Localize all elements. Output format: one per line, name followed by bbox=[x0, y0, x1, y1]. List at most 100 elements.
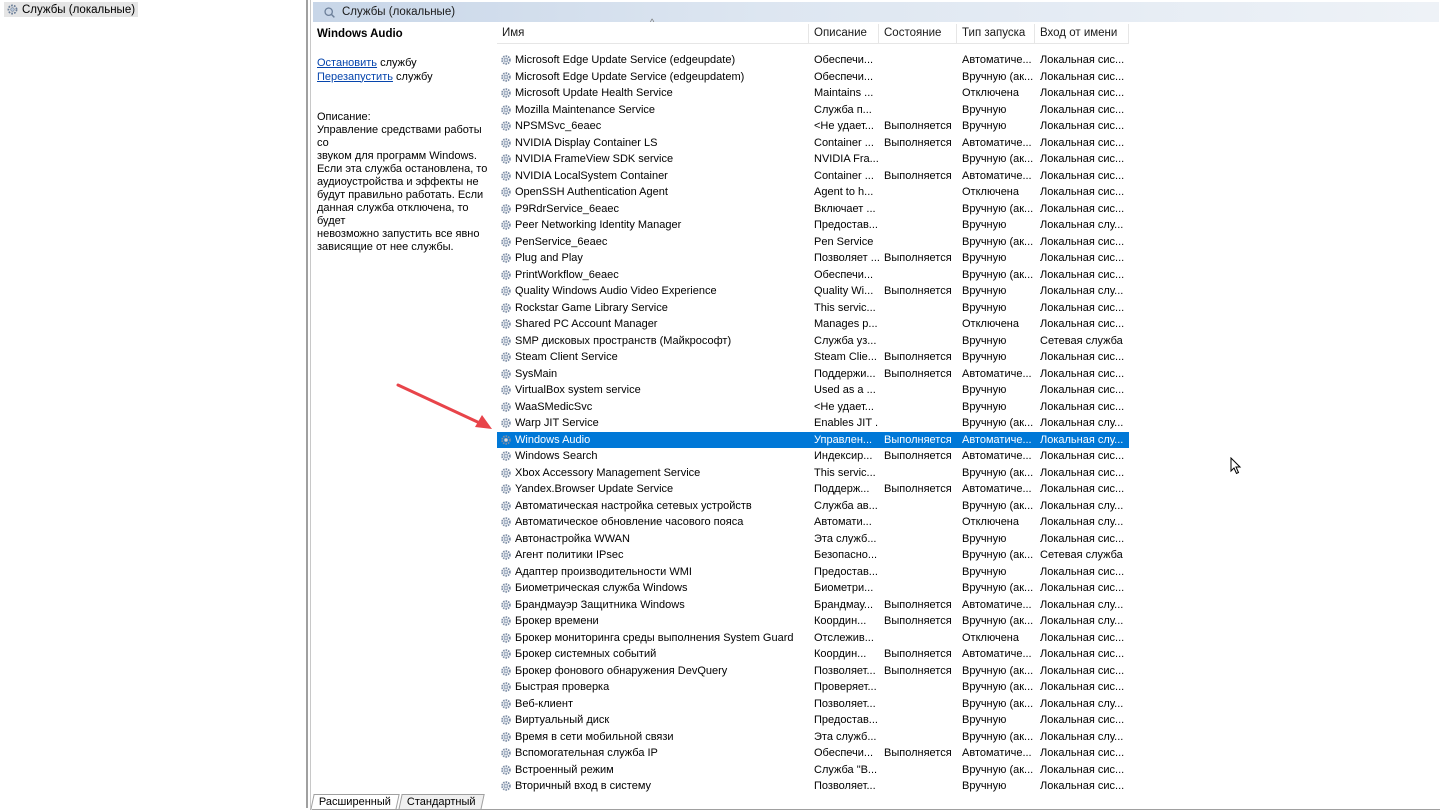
service-row[interactable]: Время в сети мобильной связи Эта служб...… bbox=[497, 729, 1129, 746]
service-row[interactable]: Брокер мониторинга среды выполнения Syst… bbox=[497, 630, 1129, 647]
service-startup-type: Вручную (ак... bbox=[962, 70, 1034, 83]
selected-service-title: Windows Audio bbox=[317, 28, 403, 40]
service-logon-as: Локальная сис... bbox=[1040, 235, 1125, 248]
service-row[interactable]: Встроенный режим Служба "В... Вручную (ак.… bbox=[497, 762, 1129, 779]
tab-extended[interactable]: Расширенный bbox=[310, 794, 400, 810]
service-row[interactable]: Steam Client Service Steam Clie... Выполня… bbox=[497, 349, 1129, 366]
service-gear-icon bbox=[500, 698, 512, 710]
service-startup-type: Вручную bbox=[962, 285, 1007, 298]
service-row[interactable]: Веб-клиент Позволяет... Вручную (ак... Лока… bbox=[497, 696, 1129, 713]
service-row[interactable]: Брокер фонового обнаружения DevQuery Позв… bbox=[497, 663, 1129, 680]
service-row[interactable]: Биометрическая служба Windows Биометри...… bbox=[497, 580, 1129, 597]
description-line: будут правильно работать. Если bbox=[317, 189, 484, 201]
service-name: Shared PC Account Manager bbox=[497, 318, 809, 330]
service-description-cell: Координ... bbox=[814, 648, 867, 661]
service-row[interactable]: Quality Windows Audio Video Experience Qu… bbox=[497, 283, 1129, 300]
service-startup-type: Отключена bbox=[962, 87, 1019, 100]
service-row[interactable]: Microsoft Edge Update Service (edgeupdat… bbox=[497, 52, 1129, 69]
restart-service-link[interactable]: Перезапустить bbox=[317, 71, 393, 83]
service-row[interactable]: Адаптер производительности WMI Предостав.… bbox=[497, 564, 1129, 581]
service-row[interactable]: Вторичный вход в систему Позволяет... Вруч… bbox=[497, 778, 1129, 795]
service-row[interactable]: Microsoft Update Health Service Maintains… bbox=[497, 85, 1129, 102]
service-name: Агент политики IPsec bbox=[497, 549, 809, 561]
service-state: Выполняется bbox=[884, 285, 952, 298]
service-row[interactable]: Xbox Accessory Management Service This se… bbox=[497, 465, 1129, 482]
service-startup-type: Вручную (ак... bbox=[962, 582, 1034, 595]
service-logon-as: Локальная слу... bbox=[1040, 499, 1124, 512]
column-header-logon-as[interactable]: Вход от имени bbox=[1035, 24, 1129, 43]
service-row[interactable]: Windows Search Индексир... Выполняется Авто… bbox=[497, 448, 1129, 465]
service-row[interactable]: Быстрая проверка Проверяет... Вручную (ак.… bbox=[497, 679, 1129, 696]
service-logon-as: Локальная сис... bbox=[1040, 351, 1125, 364]
service-row[interactable]: PenService_6eaec Pen Service Вручную (ак..… bbox=[497, 234, 1129, 251]
service-name-text: Веб-клиент bbox=[515, 697, 574, 710]
tree-node-local-services[interactable]: Службы (локальные) bbox=[4, 2, 139, 17]
service-row[interactable]: NPSMSvc_6eaec <Не удает... Выполняется Вруч… bbox=[497, 118, 1129, 135]
service-row[interactable]: NVIDIA FrameView SDK service NVIDIA Fra..… bbox=[497, 151, 1129, 168]
service-row[interactable]: Warp JIT Service Enables JIT ... Вручную (… bbox=[497, 415, 1129, 432]
service-startup-type: Отключена bbox=[962, 318, 1019, 331]
service-row[interactable]: OpenSSH Authentication Agent Agent to h..… bbox=[497, 184, 1129, 201]
service-name: NPSMSvc_6eaec bbox=[497, 120, 809, 132]
tab-standard[interactable]: Стандартный bbox=[398, 794, 485, 810]
service-logon-as: Локальная сис... bbox=[1040, 681, 1125, 694]
service-row[interactable]: Peer Networking Identity Manager Предоста… bbox=[497, 217, 1129, 234]
service-row[interactable]: P9RdrService_6eaec Включает ... Вручную (а… bbox=[497, 201, 1129, 218]
service-startup-type: Автоматиче... bbox=[962, 450, 1032, 463]
service-gear-icon bbox=[500, 450, 512, 462]
service-row[interactable]: SysMain Поддержи... Выполняется Автоматиче.… bbox=[497, 366, 1129, 383]
service-description-cell: Служба ав... bbox=[814, 499, 878, 512]
service-row[interactable]: Брокер времени Координ... Выполняется Вручн… bbox=[497, 613, 1129, 630]
service-row[interactable]: Yandex.Browser Update Service Поддерж... В… bbox=[497, 481, 1129, 498]
service-startup-type: Вручную (ак... bbox=[962, 549, 1034, 562]
service-name: Quality Windows Audio Video Experience bbox=[497, 285, 809, 297]
column-header-state[interactable]: Состояние bbox=[879, 24, 957, 43]
column-header-startup-type[interactable]: Тип запуска bbox=[957, 24, 1035, 43]
service-logon-as: Локальная слу... bbox=[1040, 417, 1124, 430]
service-description-cell: Отслежив... bbox=[814, 631, 874, 644]
service-gear-icon bbox=[500, 252, 512, 264]
service-row[interactable]: NVIDIA Display Container LS Container ...… bbox=[497, 135, 1129, 152]
service-description-cell: Позволяет... bbox=[814, 664, 876, 677]
service-row[interactable]: Microsoft Edge Update Service (edgeupdat… bbox=[497, 69, 1129, 86]
service-name: Брокер мониторинга среды выполнения Syst… bbox=[497, 632, 809, 644]
service-logon-as: Локальная слу... bbox=[1040, 615, 1124, 628]
service-description-cell: Служба уз... bbox=[814, 334, 877, 347]
service-gear-icon bbox=[500, 615, 512, 627]
service-row[interactable]: Виртуальный диск Предостав... Вручную Локал… bbox=[497, 712, 1129, 729]
service-row[interactable]: Брандмауэр Защитника Windows Брандмау... В… bbox=[497, 597, 1129, 614]
service-row[interactable]: Plug and Play Позволяет ... Выполняется Вру… bbox=[497, 250, 1129, 267]
service-name: Встроенный режим bbox=[497, 764, 809, 776]
service-row[interactable]: Вспомогательная служба IP Обеспечи... Выпо… bbox=[497, 745, 1129, 762]
service-description-cell: <Не удает... bbox=[814, 400, 874, 413]
service-row[interactable]: Автоматическое обновление часового пояса… bbox=[497, 514, 1129, 531]
service-name: Peer Networking Identity Manager bbox=[497, 219, 809, 231]
service-description-cell: Поддержи... bbox=[814, 367, 876, 380]
service-row[interactable]: Автонастройка WWAN Эта служб... Вручную Лок… bbox=[497, 531, 1129, 548]
service-row[interactable]: VirtualBox system service Used as a ... Вр… bbox=[497, 382, 1129, 399]
stop-service-link[interactable]: Остановить bbox=[317, 57, 377, 69]
service-state: Выполняется bbox=[884, 433, 952, 446]
service-row[interactable]: PrintWorkflow_6eaec Обеспечи... Вручную (а… bbox=[497, 267, 1129, 284]
service-row[interactable]: Rockstar Game Library Service This servic… bbox=[497, 300, 1129, 317]
service-name-text: SMP дисковых пространств (Майкрософт) bbox=[515, 334, 732, 347]
service-description-cell: This servic... bbox=[814, 301, 876, 314]
service-row[interactable]: Shared PC Account Manager Manages p... Отк… bbox=[497, 316, 1129, 333]
description-line: зависящие от нее службы. bbox=[317, 241, 454, 253]
service-row[interactable]: Mozilla Maintenance Service Служба п... Вр… bbox=[497, 102, 1129, 119]
service-logon-as: Локальная сис... bbox=[1040, 54, 1125, 67]
service-gear-icon bbox=[500, 731, 512, 743]
column-header-description[interactable]: Описание bbox=[809, 24, 879, 43]
description-line: невозможно запустить все явно bbox=[317, 228, 480, 240]
service-row[interactable]: Агент политики IPsec Безопасно... Вручную … bbox=[497, 547, 1129, 564]
service-row[interactable]: Автоматическая настройка сетевых устройс… bbox=[497, 498, 1129, 515]
service-row[interactable]: SMP дисковых пространств (Майкрософт) Слу… bbox=[497, 333, 1129, 350]
service-name-text: OpenSSH Authentication Agent bbox=[515, 186, 668, 199]
service-row[interactable]: WaaSMedicSvc <Не удает... Вручную Локальная… bbox=[497, 399, 1129, 416]
service-row[interactable]: NVIDIA LocalSystem Container Container ..… bbox=[497, 168, 1129, 185]
service-row[interactable]: Windows Audio Управлен... Выполняется Автом… bbox=[497, 431, 1129, 448]
service-name-text: Windows Audio bbox=[515, 433, 591, 446]
sort-ascending-icon: ^ bbox=[650, 17, 655, 27]
service-name-text: PrintWorkflow_6eaec bbox=[515, 268, 619, 281]
service-row[interactable]: Брокер системных событий Координ... Выполн… bbox=[497, 646, 1129, 663]
